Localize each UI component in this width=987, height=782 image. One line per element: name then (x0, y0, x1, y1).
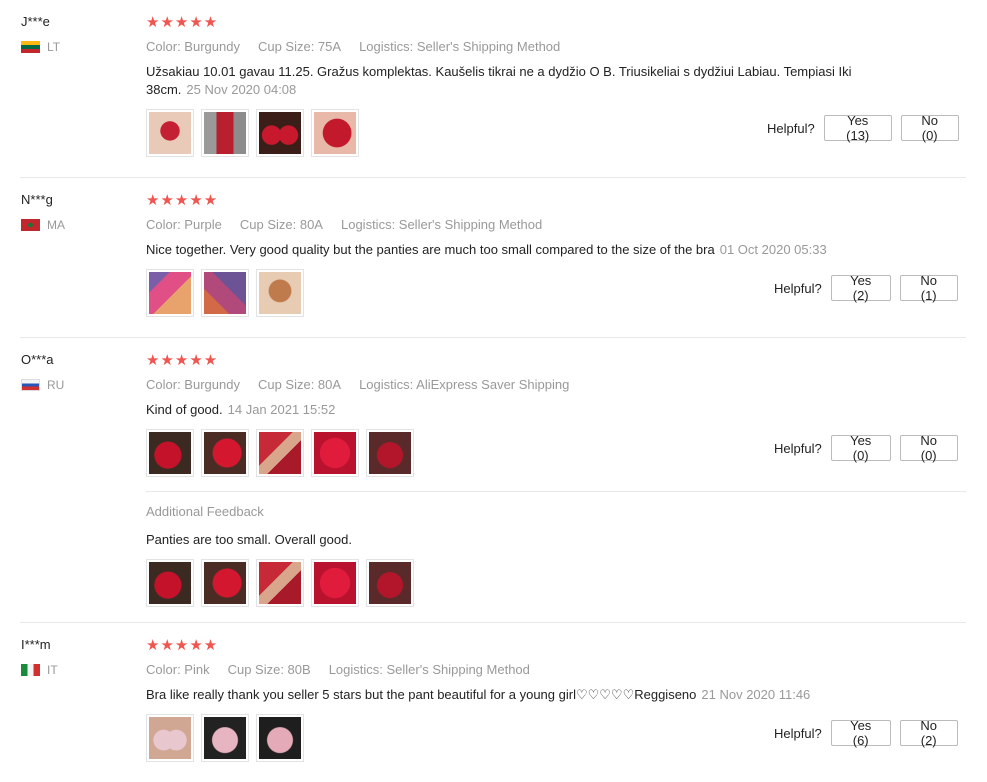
flag-ma-icon (21, 219, 40, 231)
review-photo[interactable] (311, 559, 359, 607)
helpful-vote: Helpful? Yes (13) No (0) (767, 113, 959, 143)
review-divider (20, 337, 966, 338)
review-photo[interactable] (311, 109, 359, 157)
review-photo[interactable] (146, 559, 194, 607)
logistics-info: Logistics: AliExpress Saver Shipping (359, 377, 570, 392)
review-date: 14 Jan 2021 15:52 (227, 402, 336, 417)
review-photos (146, 269, 311, 317)
order-info: Color: Burgundy Cup Size: 80A Logistics: A… (146, 377, 587, 392)
review-photo[interactable] (256, 109, 304, 157)
review-photo[interactable] (201, 109, 249, 157)
star-rating: ★★★★★ (146, 192, 219, 209)
helpful-label: Helpful? (774, 440, 822, 456)
review-body: Kind of good. (146, 402, 223, 417)
cup-size-info: Cup Size: 80A (257, 377, 342, 392)
order-info: Color: Burgundy Cup Size: 75A Logistics: S… (146, 39, 578, 54)
flag-lt-icon (21, 41, 40, 53)
reviewer-name: O***a (21, 352, 54, 367)
review-text: Bra like really thank you seller 5 stars… (146, 686, 906, 704)
review-text: Užsakiau 10.01 gavau 11.25. Gražus kompl… (146, 63, 876, 99)
cup-size-info: Cup Size: 80A (239, 217, 323, 232)
country-code: LT (47, 40, 61, 54)
review-body: Nice together. Very good quality but the… (146, 242, 715, 257)
review-photo[interactable] (201, 559, 249, 607)
review-divider (20, 177, 966, 178)
review-text: Kind of good. 14 Jan 2021 15:52 (146, 401, 876, 419)
reviewer-name: I***m (21, 637, 51, 652)
flag-ru-icon (21, 379, 40, 391)
star-rating: ★★★★★ (146, 637, 219, 654)
helpful-no-button[interactable]: No (0) (900, 113, 959, 143)
helpful-no-button[interactable]: No (1) (899, 273, 958, 303)
review-date: 21 Nov 2020 11:46 (701, 687, 811, 702)
star-rating: ★★★★★ (146, 352, 219, 369)
review-photo[interactable] (311, 429, 359, 477)
review-photo[interactable] (201, 269, 249, 317)
order-info: Color: Pink Cup Size: 80B Logistics: Selle… (146, 662, 548, 677)
country-code: IT (47, 663, 58, 677)
additional-feedback-label: Additional Feedback (146, 504, 264, 519)
reviewer-country: MA (21, 218, 65, 232)
helpful-vote: Helpful? Yes (6) No (2) (774, 718, 958, 748)
helpful-yes-button[interactable]: Yes (6) (830, 718, 891, 748)
review-photo[interactable] (201, 429, 249, 477)
review-photo[interactable] (256, 559, 304, 607)
logistics-info: Logistics: Seller's Shipping Method (359, 39, 561, 54)
review-photo[interactable] (146, 714, 194, 762)
color-info: Color: Burgundy (146, 39, 240, 54)
helpful-vote: Helpful? Yes (2) No (1) (774, 273, 958, 303)
country-code: MA (47, 218, 65, 232)
star-rating: ★★★★★ (146, 14, 219, 31)
helpful-no-button[interactable]: No (0) (899, 433, 958, 463)
additional-feedback-divider (146, 491, 966, 492)
review-date: 25 Nov 2020 04:08 (186, 82, 297, 97)
review-divider (20, 622, 966, 623)
color-info: Color: Burgundy (146, 377, 240, 392)
additional-feedback-text: Panties are too small. Overall good. (146, 532, 352, 547)
review-photo[interactable] (256, 429, 304, 477)
review-photos (146, 109, 366, 157)
review-date: 01 Oct 2020 05:33 (719, 242, 827, 257)
color-info: Color: Purple (146, 217, 222, 232)
review-body: Bra like really thank you seller 5 stars… (146, 687, 697, 702)
reviewer-country: LT (21, 40, 60, 54)
logistics-info: Logistics: Seller's Shipping Method (328, 662, 530, 677)
reviewer-name: N***g (21, 192, 53, 207)
cup-size-info: Cup Size: 80B (227, 662, 311, 677)
review-photo[interactable] (146, 429, 194, 477)
review-photos (146, 714, 311, 762)
reviewer-country: IT (21, 663, 58, 677)
review-photo[interactable] (366, 429, 414, 477)
country-code: RU (47, 378, 65, 392)
review-photo[interactable] (146, 109, 194, 157)
helpful-yes-button[interactable]: Yes (2) (830, 273, 891, 303)
review-photo[interactable] (256, 714, 304, 762)
order-info: Color: Purple Cup Size: 80A Logistics: Sel… (146, 217, 560, 232)
helpful-vote: Helpful? Yes (0) No (0) (774, 433, 958, 463)
cup-size-info: Cup Size: 75A (257, 39, 342, 54)
helpful-no-button[interactable]: No (2) (899, 718, 958, 748)
helpful-yes-button[interactable]: Yes (0) (830, 433, 891, 463)
helpful-label: Helpful? (767, 120, 815, 136)
review-photo[interactable] (201, 714, 249, 762)
reviewer-country: RU (21, 378, 64, 392)
helpful-label: Helpful? (774, 725, 822, 741)
helpful-label: Helpful? (774, 280, 822, 296)
reviewer-name: J***e (21, 14, 50, 29)
additional-feedback-photos (146, 559, 421, 607)
review-photo[interactable] (146, 269, 194, 317)
logistics-info: Logistics: Seller's Shipping Method (340, 217, 543, 232)
review-photo[interactable] (256, 269, 304, 317)
flag-it-icon (21, 664, 40, 676)
color-info: Color: Pink (146, 662, 210, 677)
review-photo[interactable] (366, 559, 414, 607)
helpful-yes-button[interactable]: Yes (13) (823, 113, 892, 143)
review-photos (146, 429, 421, 477)
review-text: Nice together. Very good quality but the… (146, 241, 906, 259)
